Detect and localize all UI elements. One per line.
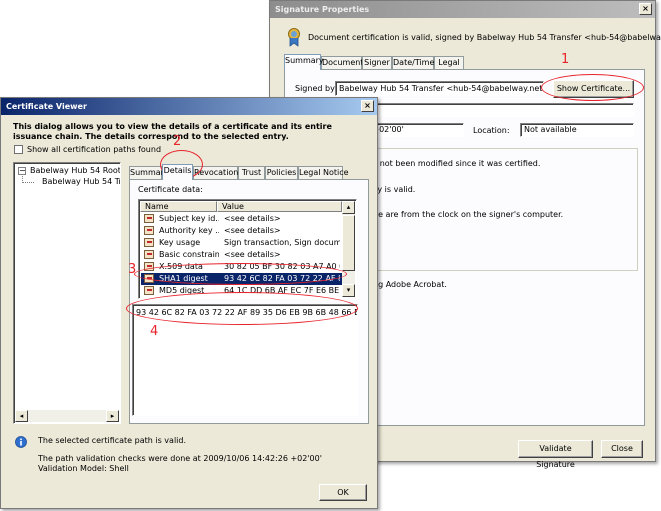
tab-cert-summary[interactable]: Summary <box>129 166 169 179</box>
cert-tabs: Summary Details Revocation Trust Policie… <box>129 164 369 180</box>
tree-collapse-icon[interactable]: − <box>18 167 26 175</box>
cert-row-md5[interactable]: MD5 digest 64 1C DD 6B AF EC 7F E6 BE 02… <box>141 285 342 297</box>
annotation-number-3: 3 <box>128 262 137 277</box>
cert-description: This dialog allows you to view the detai… <box>13 122 332 141</box>
path-valid-text: The selected certificate path is valid. <box>38 436 187 445</box>
sig-status-text: Document certification is valid, signed … <box>308 33 661 42</box>
cert-row-x509[interactable]: X.509 data 30 82 05 BF 30 82 03 A7 A0 03… <box>141 261 342 273</box>
validate-signature-button[interactable]: Validate Signature <box>518 440 593 469</box>
cert-title-bar: Certificate Viewer × <box>1 98 377 115</box>
certificate-field-icon <box>144 214 154 223</box>
cert-row-sha1[interactable]: SHA1 digest 93 42 6C 82 FA 03 72 22 AF 8… <box>141 273 342 285</box>
tab-revocation[interactable]: Revocation <box>193 166 238 179</box>
location-label: Location: <box>473 126 510 135</box>
certificate-field-icon <box>144 250 154 259</box>
validity-line-time: ne are from the clock on the signer's co… <box>373 210 564 219</box>
close-button[interactable]: Close <box>601 440 643 458</box>
signed-by-label: Signed by: <box>295 84 337 93</box>
certificate-field-icon <box>144 286 154 295</box>
certificate-field-icon <box>144 238 154 247</box>
cert-data-list: Name Value Subject key id... <see detail… <box>138 199 357 299</box>
sig-window-title: Signature Properties <box>275 5 370 14</box>
col-header-name[interactable]: Name <box>140 201 217 212</box>
scroll-down-icon[interactable]: ▾ <box>342 284 355 297</box>
show-all-checkbox[interactable] <box>14 145 23 154</box>
show-all-label: Show all certification paths found <box>27 145 162 154</box>
tab-document[interactable]: Document <box>321 56 363 69</box>
cert-row-subject-key[interactable]: Subject key id... <see details> <box>141 213 342 225</box>
tab-legal-notice[interactable]: Legal Notice <box>298 166 349 179</box>
tab-cert-details[interactable]: Details <box>162 164 193 180</box>
tab-policies[interactable]: Policies <box>265 166 298 179</box>
scroll-left-icon[interactable]: ◂ <box>15 410 28 422</box>
cert-data-label: Certificate data: <box>138 185 203 194</box>
tab-legal[interactable]: Legal <box>434 56 464 69</box>
annotation-number-4: 4 <box>150 324 159 339</box>
annotation-number-1: 1 <box>561 52 570 67</box>
tree-connector <box>22 176 34 183</box>
tab-signer[interactable]: Signer <box>362 56 392 69</box>
certificate-field-icon <box>144 262 154 271</box>
digest-value-text: 93 42 6C 82 FA 03 72 22 AF 89 35 D6 EB 9… <box>136 308 357 317</box>
validity-line-modified: s not been modified since it was certifi… <box>373 159 541 168</box>
certified-seal-icon <box>287 28 301 47</box>
scroll-up-icon[interactable]: ▴ <box>342 201 355 214</box>
tree-item-child[interactable]: Babelway Hub 54 Trans <box>42 177 120 186</box>
info-icon <box>15 436 27 448</box>
cert-close-icon[interactable]: × <box>361 100 374 112</box>
tab-trust[interactable]: Trust <box>238 166 265 179</box>
sig-tabs: Summary Document Signer Date/Time Legal <box>284 54 644 70</box>
signed-by-field: Babelway Hub 54 Transfer <hub-54@babelwa… <box>335 81 544 96</box>
cert-row-key-usage[interactable]: Key usage Sign transaction, Sign documen… <box>141 237 342 249</box>
digest-value-box[interactable]: 93 42 6C 82 FA 03 72 22 AF 89 35 D6 EB 9… <box>132 304 358 416</box>
tab-date-time[interactable]: Date/Time <box>392 56 434 69</box>
certificate-viewer-window: Certificate Viewer × This dialog allows … <box>0 97 378 509</box>
ok-button[interactable]: OK <box>319 484 367 501</box>
sig-title-bar: Signature Properties × <box>270 1 655 18</box>
certificate-field-icon <box>144 226 154 235</box>
validation-model-text: Validation Model: Shell <box>38 464 129 473</box>
tab-summary[interactable]: Summary <box>284 54 324 70</box>
certificate-field-icon <box>144 274 154 283</box>
col-header-value[interactable]: Value <box>217 201 342 212</box>
tree-hscroll[interactable]: ◂ ▸ <box>15 410 119 422</box>
check-time-text: The path validation checks were done at … <box>38 454 322 463</box>
cert-path-tree: − Babelway Hub 54 Root Babelway Hub 54 T… <box>13 162 121 424</box>
sig-close-icon[interactable]: × <box>639 3 652 15</box>
cert-row-basic-constraints[interactable]: Basic constraints <see details> <box>141 249 342 261</box>
cert-list-scrollbar[interactable]: ▴ ▾ <box>342 201 355 297</box>
scroll-right-icon[interactable]: ▸ <box>106 410 119 422</box>
validity-line-acrobat: ng Adobe Acrobat. <box>373 280 447 289</box>
cert-row-authority-key[interactable]: Authority key ... <see details> <box>141 225 342 237</box>
validity-line-identity: cy is valid. <box>373 185 416 194</box>
tree-item-root[interactable]: Babelway Hub 54 Root <box>30 166 120 175</box>
scroll-thumb[interactable] <box>342 215 355 271</box>
show-certificate-button[interactable]: Show Certificate... <box>553 80 634 98</box>
cert-window-title: Certificate Viewer <box>6 102 87 111</box>
reason-field <box>335 103 634 117</box>
annotation-number-2: 2 <box>173 134 182 149</box>
cert-details-panel: Certificate data: Name Value Subject key… <box>129 179 369 424</box>
location-field: Not available <box>520 123 634 137</box>
